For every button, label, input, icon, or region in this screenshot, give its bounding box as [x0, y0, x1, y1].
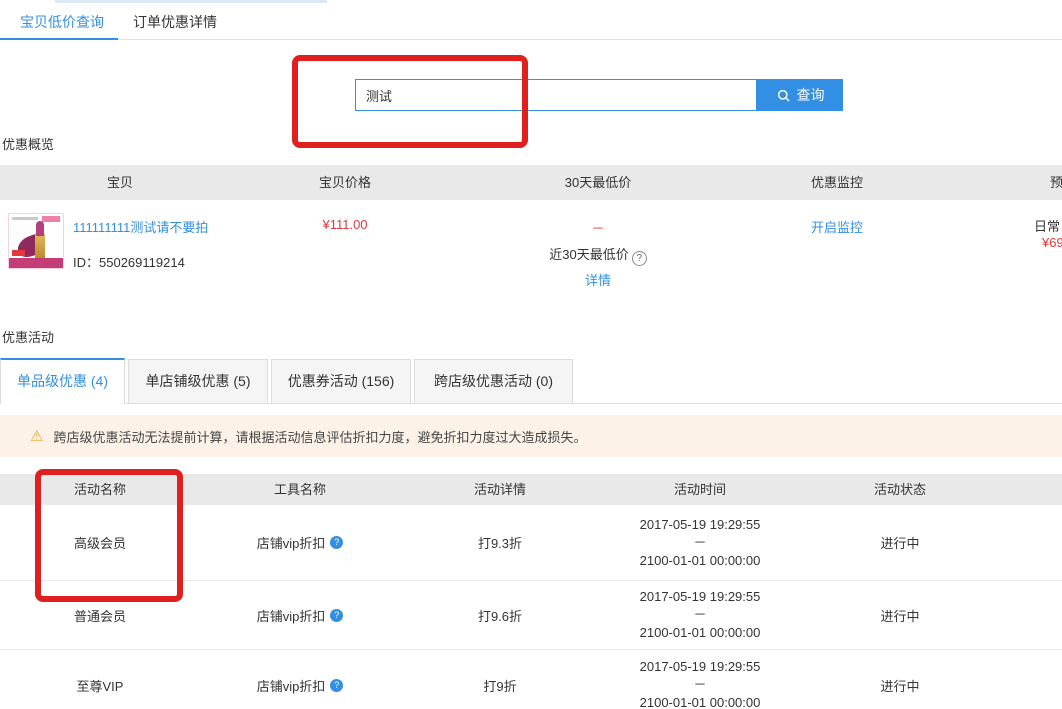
table-row: 至尊VIP 店铺vip折扣? 打9折 2017-05-19 19:29:55 －… [0, 650, 1062, 709]
details-link[interactable]: 详情 [480, 270, 716, 289]
product-price: ¥111.00 [240, 217, 450, 232]
warning-text: 跨店级优惠活动无法提前计算，请根据活动信息评估折扣力度，避免折扣力度过大造成损失… [53, 427, 586, 446]
activity-time: 2017-05-19 19:29:55 － 2100-01-01 00:00:0… [600, 505, 800, 580]
activity-name: 普通会员 [0, 580, 200, 650]
product-thumbnail[interactable] [8, 213, 64, 269]
activity-time: 2017-05-19 19:29:55 － 2100-01-01 00:00:0… [600, 580, 800, 650]
warning-banner: ⚠ 跨店级优惠活动无法提前计算，请根据活动信息评估折扣力度，避免折扣力度过大造成… [0, 415, 1062, 457]
warning-triangle-icon: ⚠ [30, 427, 43, 445]
activity-section-title: 优惠活动 [2, 327, 54, 346]
activity-tabs-baseline [125, 403, 1062, 404]
lowest-price-value: － [480, 218, 716, 237]
col-header-item: 宝贝 [0, 165, 240, 200]
question-circle-icon[interactable]: ? [632, 251, 647, 266]
page-root: 宝贝低价查询 订单优惠详情 查询 优惠概览 宝贝 宝贝价格 30天最低价 优惠监… [0, 0, 1062, 709]
query-button-label: 查询 [797, 85, 825, 105]
overview-table-header: 宝贝 宝贝价格 30天最低价 优惠监控 预 [0, 165, 1062, 200]
overview-section-title: 优惠概览 [2, 134, 54, 153]
help-circle-icon[interactable]: ? [330, 536, 343, 549]
col-header-discount-monitor: 优惠监控 [720, 165, 954, 200]
search-icon [776, 88, 791, 103]
tab-coupon-activity[interactable]: 优惠券活动 (156) [271, 359, 411, 404]
item-search-input[interactable] [355, 79, 757, 111]
help-circle-icon[interactable]: ? [330, 679, 343, 692]
activity-time: 2017-05-19 19:29:55 － 2100-01-01 00:00:0… [600, 650, 800, 709]
col-header-activity-detail: 活动详情 [400, 474, 600, 505]
help-circle-icon[interactable]: ? [330, 609, 343, 622]
thumb-bottom-banner [9, 258, 63, 268]
product-title-link[interactable]: 111111111测试请不要拍 [73, 217, 208, 236]
tool-name: 店铺vip折扣? [200, 650, 400, 709]
tab-shop-level-discount[interactable]: 单店铺级优惠 (5) [128, 359, 268, 404]
promo-price: ¥69 [1042, 235, 1062, 250]
thumb-lipstick-bullet [36, 221, 44, 236]
activity-status: 进行中 [800, 580, 1000, 650]
tabbar-divider [0, 39, 1062, 40]
table-row: 普通会员 店铺vip折扣? 打9.6折 2017-05-19 19:29:55 … [0, 580, 1062, 650]
start-monitor-link[interactable]: 开启监控 [720, 217, 954, 236]
activity-status: 进行中 [800, 505, 1000, 580]
activity-detail: 打9.3折 [400, 505, 600, 580]
table-row: 高级会员 店铺vip折扣? 打9.3折 2017-05-19 19:29:55 … [0, 505, 1062, 580]
activity-detail: 打9.6折 [400, 580, 600, 650]
activity-name: 至尊VIP [0, 650, 200, 709]
thumb-text-line [12, 217, 38, 220]
active-tab-underline [0, 38, 118, 40]
tool-name: 店铺vip折扣? [200, 580, 400, 650]
activity-status: 进行中 [800, 650, 1000, 709]
thumb-price-badge [12, 250, 25, 256]
col-header-activity-name: 活动名称 [0, 474, 200, 505]
col-header-activity-time: 活动时间 [600, 474, 800, 505]
tab-item-level-discount[interactable]: 单品级优惠 (4) [0, 358, 125, 404]
lowest-price-label: 近30天最低价? [480, 244, 716, 266]
col-header-activity-status: 活动状态 [800, 474, 1000, 505]
col-header-clipped: 预 [1050, 165, 1062, 200]
thumb-pink-tag [42, 216, 60, 222]
product-id: ID：550269119214 [73, 252, 185, 271]
query-button[interactable]: 查询 [757, 79, 843, 111]
promo-type-label: 日常 [1034, 216, 1060, 235]
col-header-item-price: 宝贝价格 [240, 165, 450, 200]
col-header-30d-lowest: 30天最低价 [480, 165, 716, 200]
tab-order-discount-details[interactable]: 订单优惠详情 [133, 12, 217, 32]
tab-cross-shop-activity[interactable]: 跨店级优惠活动 (0) [414, 359, 573, 404]
thumb-lipstick-tube [35, 234, 45, 260]
activity-detail: 打9折 [400, 650, 600, 709]
tool-name: 店铺vip折扣? [200, 505, 400, 580]
top-partial-element [55, 0, 327, 3]
activity-name: 高级会员 [0, 505, 200, 580]
col-header-tool-name: 工具名称 [200, 474, 400, 505]
activity-table-header: 活动名称 工具名称 活动详情 活动时间 活动状态 [0, 474, 1062, 505]
tab-item-low-price-query[interactable]: 宝贝低价查询 [20, 12, 104, 32]
